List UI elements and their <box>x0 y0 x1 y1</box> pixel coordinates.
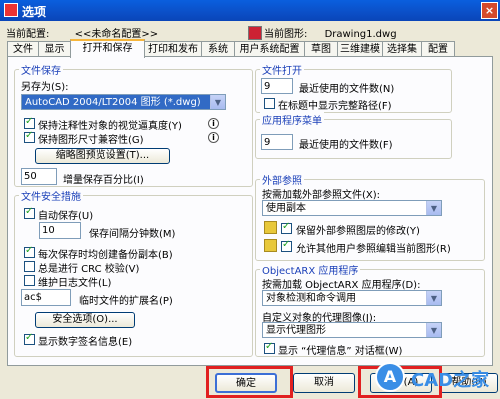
keep-drawing-size-label: 保持图形尺寸兼容性(G) <box>38 135 144 146</box>
temp-extension-input[interactable]: ac$ <box>21 289 71 306</box>
tab-open-and-save[interactable]: 打开和保存 <box>70 39 145 58</box>
xref-demand-load-select[interactable]: 使用副本 ▼ <box>262 200 442 216</box>
drawing-file-icon <box>248 26 262 40</box>
watermark-text: CAD之家 <box>411 370 490 391</box>
info-icon[interactable]: i <box>208 132 219 143</box>
file-save-group-label: 文件保存 <box>19 62 63 77</box>
crc-check-checkbox[interactable] <box>24 261 35 272</box>
xref-demand-load-label: 按需加载外部参照文件(X): <box>262 190 381 201</box>
file-open-group: 文件打开 9 最近使用的文件数(N) 在标题中显示完整路径(F) <box>255 62 452 113</box>
keep-drawing-size-checkbox[interactable] <box>24 130 35 143</box>
file-safety-group: 文件安全措施 自动保存(U) 10 保存间隔分钟数(M) 每次保存时均创建备份副… <box>14 188 253 357</box>
digital-signature-checkbox[interactable] <box>24 332 35 345</box>
file-safety-group-label: 文件安全措施 <box>19 188 83 203</box>
backup-copy-label: 每次保存时均创建备份副本(B) <box>38 250 173 261</box>
allow-xref-edit-label: 允许其他用户参照编辑当前图形(R) <box>296 244 451 255</box>
proxy-image-value: 显示代理图形 <box>266 325 326 336</box>
allow-xref-edit-checkbox[interactable] <box>281 239 292 252</box>
ok-button[interactable]: 确定 <box>215 373 277 393</box>
chevron-down-icon[interactable]: ▼ <box>210 95 225 109</box>
current-profile: 当前配置: <<未命名配置>> <box>6 25 158 40</box>
file-save-group: 文件保存 另存为(S): AutoCAD 2004/LT2004 图形 (*.d… <box>14 62 253 187</box>
save-as-select[interactable]: AutoCAD 2004/LT2004 图形 (*.dwg) ▼ <box>21 94 226 110</box>
chevron-down-icon[interactable]: ▼ <box>426 201 441 215</box>
incremental-save-label: 增量保存百分比(I) <box>63 175 144 186</box>
objectarx-group-label: ObjectARX 应用程序 <box>260 262 361 277</box>
arx-demand-load-label: 按需加载 ObjectARX 应用程序(D): <box>262 280 421 291</box>
tab-selection[interactable]: 选择集 <box>382 41 422 56</box>
current-drawing-value: Drawing1.dwg <box>324 29 397 40</box>
log-file-checkbox[interactable] <box>24 275 35 286</box>
keep-visual-fidelity-checkbox[interactable] <box>24 116 35 129</box>
chevron-down-icon[interactable]: ▼ <box>426 323 441 337</box>
file-open-recent-label: 最近使用的文件数(N) <box>299 84 395 95</box>
xref-file-icon <box>264 239 277 252</box>
arx-demand-load-value: 对象检测和命令调用 <box>266 293 356 304</box>
tab-user-preferences[interactable]: 用户系统配置 <box>234 41 305 56</box>
autosave-checkbox[interactable] <box>24 206 35 219</box>
save-as-label: 另存为(S): <box>21 82 69 93</box>
title-bar[interactable]: 选项 × <box>0 0 500 21</box>
watermark: A CAD之家 <box>375 360 500 399</box>
autosave-label: 自动保存(U) <box>38 211 94 222</box>
options-dialog: 选项 × 当前配置: <<未命名配置>> 当前图形: Drawing1.dwg … <box>0 0 500 399</box>
backup-copy-checkbox[interactable] <box>24 245 35 258</box>
arx-demand-load-select[interactable]: 对象检测和命令调用 ▼ <box>262 290 442 306</box>
full-path-label: 在标题中显示完整路径(F) <box>278 101 392 112</box>
xref-group: 外部参照 按需加载外部参照文件(X): 使用副本 ▼ 保留外部参照图层的修改(Y… <box>255 172 485 261</box>
proxy-info-label: 显示 “代理信息” 对话框(W) <box>278 346 403 357</box>
autosave-minutes-input[interactable]: 10 <box>39 222 81 239</box>
proxy-image-select[interactable]: 显示代理图形 ▼ <box>262 322 442 338</box>
tab-drafting[interactable]: 草图 <box>304 41 338 56</box>
retain-xref-layer-checkbox[interactable] <box>281 221 292 234</box>
tab-display[interactable]: 显示 <box>38 41 71 56</box>
window-title: 选项 <box>22 5 47 19</box>
app-menu-group-label: 应用程序菜单 <box>260 112 324 127</box>
chevron-down-icon[interactable]: ▼ <box>426 291 441 305</box>
close-button[interactable]: × <box>481 2 498 19</box>
app-menu-group: 应用程序菜单 9 最近使用的文件数(F) <box>255 112 452 159</box>
autocad-app-icon <box>4 3 18 17</box>
file-open-recent-input[interactable]: 9 <box>261 78 293 94</box>
retain-xref-layer-label: 保留外部参照图层的修改(Y) <box>296 226 420 237</box>
watermark-logo-icon: A <box>375 362 405 392</box>
current-drawing: 当前图形: Drawing1.dwg <box>248 25 397 40</box>
xref-demand-load-value: 使用副本 <box>266 203 306 214</box>
save-as-value: AutoCAD 2004/LT2004 图形 (*.dwg) <box>25 97 201 108</box>
keep-visual-fidelity-label: 保持注释性对象的视觉逼真度(Y) <box>38 121 182 132</box>
tab-plot-and-publish[interactable]: 打印和发布 <box>144 41 202 56</box>
log-file-label: 维护日志文件(L) <box>38 278 112 289</box>
current-drawing-label: 当前图形: <box>264 29 308 40</box>
full-path-checkbox[interactable] <box>264 98 275 109</box>
tab-profiles[interactable]: 配置 <box>421 41 455 56</box>
app-menu-recent-input[interactable]: 9 <box>261 134 293 150</box>
current-profile-label: 当前配置: <box>6 29 50 40</box>
xref-file-icon <box>264 221 277 234</box>
crc-check-label: 总是进行 CRC 校验(V) <box>38 264 140 275</box>
xref-group-label: 外部参照 <box>260 172 304 187</box>
tab-3d-modeling[interactable]: 三维建模 <box>337 41 383 56</box>
temp-extension-label: 临时文件的扩展名(P) <box>79 296 173 307</box>
tab-files[interactable]: 文件 <box>7 41 39 56</box>
objectarx-group: ObjectARX 应用程序 按需加载 ObjectARX 应用程序(D): 对… <box>255 262 485 357</box>
incremental-save-input[interactable]: 50 <box>21 168 57 185</box>
app-menu-recent-label: 最近使用的文件数(F) <box>299 140 393 151</box>
file-open-group-label: 文件打开 <box>260 62 304 77</box>
open-and-save-panel: 文件保存 另存为(S): AutoCAD 2004/LT2004 图形 (*.d… <box>7 56 493 366</box>
proxy-info-checkbox[interactable] <box>264 341 275 354</box>
security-options-button[interactable]: 安全选项(O)... <box>35 312 135 328</box>
info-icon[interactable]: i <box>208 118 219 129</box>
cancel-button[interactable]: 取消 <box>293 373 355 393</box>
autosave-minutes-label: 保存间隔分钟数(M) <box>89 229 176 240</box>
thumbnail-settings-button[interactable]: 缩略图预览设置(T)... <box>35 148 170 164</box>
digital-signature-label: 显示数字签名信息(E) <box>38 337 133 348</box>
tab-system[interactable]: 系统 <box>201 41 235 56</box>
